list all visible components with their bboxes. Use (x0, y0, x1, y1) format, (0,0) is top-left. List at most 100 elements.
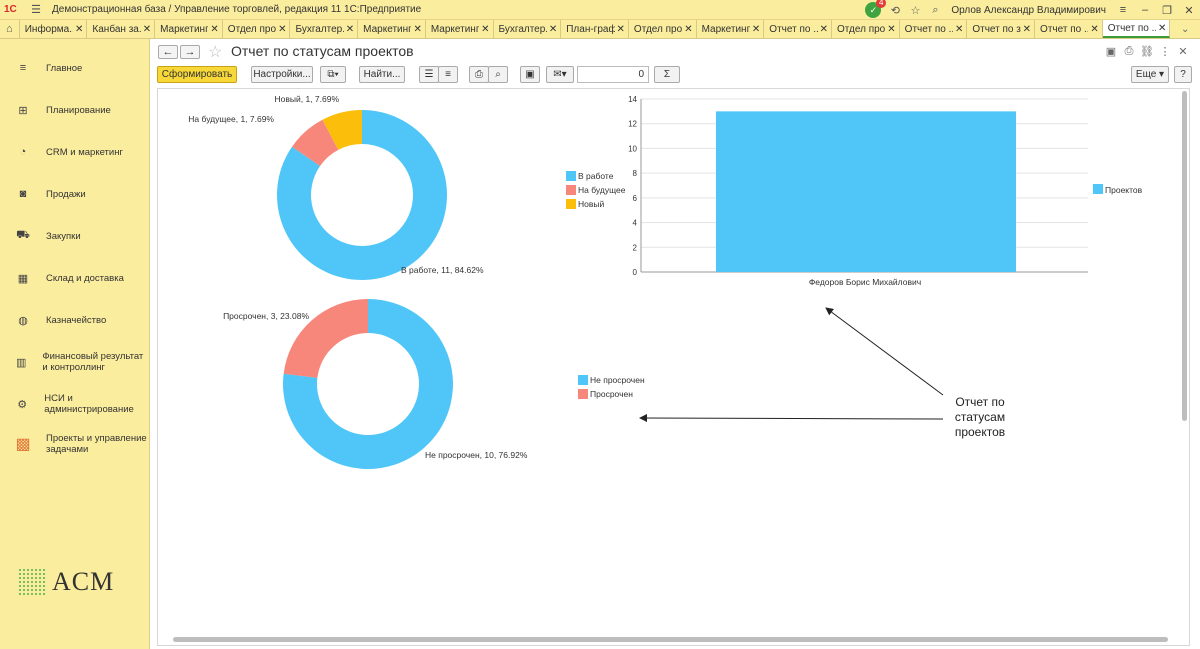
tab-item[interactable]: Маркетинг...✕ (697, 20, 765, 38)
vertical-scrollbar[interactable] (1182, 91, 1187, 421)
more-icon[interactable]: ≡ (1112, 4, 1134, 16)
back-button[interactable]: ← (158, 45, 178, 59)
user-name[interactable]: Орлов Александр Владимирович (951, 5, 1106, 16)
settings-button[interactable]: Настройки... (251, 66, 313, 83)
tab-item[interactable]: Отчет по ... ✕ (900, 20, 968, 38)
expand-groups-button[interactable]: ☰ (419, 66, 439, 83)
forward-button[interactable]: → (180, 45, 200, 59)
sidebar-item-label: Закупки (46, 230, 81, 242)
sidebar-item[interactable]: ◔ CRM и маркетинг (0, 137, 150, 167)
print-icon[interactable]: ⎙ (1120, 45, 1138, 58)
tab-item[interactable]: Маркетинг...✕ (155, 20, 223, 38)
sidebar-item[interactable]: ⛟ Закупки (0, 221, 150, 251)
close-tab-icon[interactable]: ✕ (210, 24, 218, 35)
generate-button[interactable]: Сформировать (157, 66, 237, 83)
x-tick-label: Федоров Борис Михайлович (809, 277, 921, 287)
tab-item[interactable]: Отчет по з...✕ (967, 20, 1036, 38)
tab-item[interactable]: Маркетинг...✕ (358, 20, 426, 38)
close-tab-icon[interactable]: ✕ (143, 24, 151, 35)
tab-label: Маркетинг... (160, 23, 208, 35)
close-tab-icon[interactable]: ✕ (278, 24, 286, 35)
sidebar-item[interactable]: ⚙ НСИ и администрирование (0, 389, 150, 419)
close-tab-icon[interactable]: ✕ (617, 24, 625, 35)
close-tab-icon[interactable]: ✕ (549, 24, 557, 35)
sidebar-item-label: Продажи (46, 188, 86, 200)
legend-swatch (566, 171, 576, 181)
variants-icon: ⧉▾ (327, 69, 339, 80)
home-icon[interactable]: ⌂ (0, 20, 20, 38)
more-button[interactable]: Еще ▾ (1131, 66, 1169, 83)
minimize-icon[interactable]: – (1134, 4, 1156, 16)
sidebar-item-label: Главное (46, 62, 83, 74)
pie-data-label: Новый, 1, 7.69% (274, 94, 339, 104)
close-tab-icon[interactable]: ✕ (887, 24, 895, 35)
close-icon[interactable]: ✕ (1178, 4, 1200, 17)
variants-button[interactable]: ⧉▾ (320, 66, 346, 83)
tabs-overflow-icon[interactable]: ⌄ (1170, 20, 1200, 38)
sidebar-item[interactable]: ▦ Склад и доставка (0, 263, 150, 293)
tab-item[interactable]: Маркетинг...✕ (426, 20, 494, 38)
close-tab-icon[interactable]: ✕ (413, 24, 421, 35)
tab-label: Отчет по ... (1040, 23, 1089, 35)
save-report-button[interactable]: ▣ (520, 66, 540, 83)
close-tab-icon[interactable]: ✕ (75, 24, 83, 35)
favorite-star-icon[interactable]: ☆ (208, 42, 222, 62)
collapse-groups-button[interactable]: ≡ (438, 66, 458, 83)
history-icon[interactable]: ⟲ (888, 3, 902, 17)
sum-field[interactable]: 0 (577, 66, 649, 83)
acm-brand: ACM (52, 567, 115, 596)
close-tab-icon[interactable]: ✕ (752, 24, 760, 35)
y-tick-label: 2 (633, 243, 638, 252)
tab-item[interactable]: Бухгалтер...✕ (290, 20, 359, 38)
bar (716, 111, 1016, 272)
search-icon[interactable]: ⌕ (928, 3, 942, 17)
tab-item[interactable]: Отдел про...✕ (629, 20, 697, 38)
legend-swatch (578, 375, 588, 385)
report-area[interactable]: В работе, 11, 84.62% На будущее, 1, 7.69%… (157, 88, 1190, 646)
sidebar-item[interactable]: ◙ Продажи (0, 179, 150, 209)
sidebar-item[interactable]: ◍ Казначейство (0, 305, 150, 335)
find-button[interactable]: Найти... (359, 66, 405, 83)
close-tab-icon[interactable]: ✕ (346, 24, 354, 35)
y-tick-label: 0 (633, 268, 638, 277)
main-menu-icon[interactable]: ☰ (29, 3, 43, 17)
sidebar-item[interactable]: ⊞ Планирование (0, 95, 150, 125)
sidebar-item[interactable]: ▥ Финансовый результат и контроллинг (0, 347, 150, 377)
close-tab-icon[interactable]: ✕ (481, 24, 489, 35)
tab-item[interactable]: Бухгалтер...✕ (494, 20, 562, 38)
star-icon[interactable]: ☆ (908, 3, 922, 17)
tab-item[interactable]: Отдел про...✕ (223, 20, 291, 38)
print-button[interactable]: ⎙ (469, 66, 489, 83)
pie-data-label: На будущее, 1, 7.69% (188, 114, 274, 124)
restore-icon[interactable]: ❐ (1156, 4, 1178, 17)
tab-item[interactable]: Отчет по ... ✕ (764, 20, 832, 38)
send-button[interactable]: ✉▾ (546, 66, 574, 83)
link-icon[interactable]: ⛓ (1138, 45, 1156, 58)
help-button[interactable]: ? (1174, 66, 1192, 83)
close-tab-icon[interactable]: ✕ (684, 24, 692, 35)
tab-item[interactable]: Информа... ✕ (20, 20, 88, 38)
close-tab-icon[interactable]: ✕ (955, 24, 963, 35)
preview-button[interactable]: ⌕ (488, 66, 508, 83)
sum-button[interactable]: Σ (654, 66, 680, 83)
title-bar: 1С ☰ Демонстрационная база / Управление … (0, 0, 1200, 20)
horizontal-scrollbar[interactable] (173, 637, 1168, 642)
tab-item[interactable]: Отчет по ... ✕ (1102, 20, 1171, 38)
sidebar-item[interactable]: ▩ Проекты и управление задачами (0, 429, 150, 459)
legend-label: На будущее (578, 185, 626, 195)
tab-item[interactable]: Отдел про...✕ (832, 20, 900, 38)
close-tab-icon[interactable]: ✕ (1090, 24, 1098, 35)
legend-swatch (578, 389, 588, 399)
sidebar-item[interactable]: ≡ Главное (0, 53, 150, 83)
close-tab-icon[interactable]: ✕ (820, 24, 828, 35)
notifications-icon[interactable]: ✓ 4 (865, 0, 887, 18)
close-tab-icon[interactable]: ✕ (1023, 24, 1031, 35)
more-vert-icon[interactable]: ⋮ (1156, 45, 1174, 58)
close-tab-icon[interactable]: ✕ (1158, 23, 1166, 34)
close-form-icon[interactable]: ✕ (1174, 45, 1192, 58)
save-icon[interactable]: ▣ (1102, 45, 1120, 58)
tab-item[interactable]: План-граф...✕ (561, 20, 629, 38)
tab-item[interactable]: Отчет по ... ✕ (1035, 20, 1103, 38)
tab-item[interactable]: Канбан за...✕ (87, 20, 156, 38)
annotation-arrow (825, 307, 944, 396)
